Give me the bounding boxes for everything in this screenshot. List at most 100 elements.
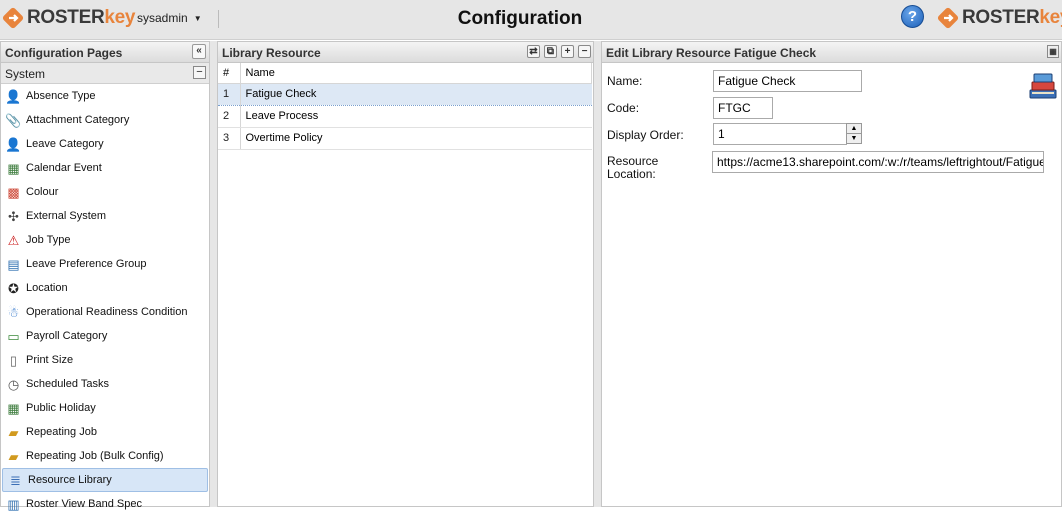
top-bar: ROSTERkey sysadmin ▼ Configuration ? ROS… xyxy=(0,0,1062,40)
panel-header: Edit Library Resource Fatigue Check ▦ xyxy=(602,42,1061,63)
sidebar-item-job-type[interactable]: ⚠ Job Type xyxy=(1,228,209,252)
table-row[interactable]: 3 Overtime Policy xyxy=(218,127,592,150)
copy-icon[interactable]: ⧉ xyxy=(544,45,557,58)
person-icon: 👤 xyxy=(5,136,22,152)
sidebar-item-label: Location xyxy=(26,282,68,294)
sidebar-item-label: Absence Type xyxy=(26,90,96,102)
stepper-down-icon[interactable]: ▼ xyxy=(847,134,861,144)
chart-icon: ▤ xyxy=(7,256,20,272)
table-row[interactable]: 2 Leave Process xyxy=(218,105,592,128)
folders-icon: ▰ xyxy=(8,424,19,440)
sidebar-item-attachment-category[interactable]: 📎 Attachment Category xyxy=(1,108,209,132)
sidebar-item-label: Leave Preference Group xyxy=(26,258,147,270)
sidebar-item-location[interactable]: ✪ Location xyxy=(1,276,209,300)
sidebar-item-leave-preference-group[interactable]: ▤ Leave Preference Group xyxy=(1,252,209,276)
resource-location-field[interactable]: https://acme13.sharepoint.com/:w:/r/team… xyxy=(712,151,1044,173)
calculator-icon[interactable]: ▦ xyxy=(1047,45,1059,58)
config-pages-panel: Configuration Pages « System − 👤 Absence … xyxy=(0,41,210,512)
person-icon: 👤 xyxy=(5,88,22,104)
calendar-icon: ▦ xyxy=(7,160,20,176)
sidebar-item-label: Leave Category xyxy=(26,138,104,150)
sidebar-item-label: Attachment Category xyxy=(26,114,130,126)
table-header-row: # Name xyxy=(218,63,592,84)
group-collapse-button[interactable]: − xyxy=(193,66,206,79)
sidebar-item-calendar-event[interactable]: ▦ Calendar Event xyxy=(1,156,209,180)
sidebar-item-print-size[interactable]: ▯ Print Size xyxy=(1,348,209,372)
row-name[interactable]: Fatigue Check xyxy=(240,82,592,106)
sidebar-item-roster-view-band-spec[interactable]: ▥ Roster View Band Spec xyxy=(1,492,209,516)
grid-icon: ▥ xyxy=(7,496,20,512)
sidebar-item-colour[interactable]: ▩ Colour xyxy=(1,180,209,204)
sidebar-item-label: Operational Readiness Condition xyxy=(26,306,188,318)
refresh-icon[interactable]: ⇄ xyxy=(527,45,540,58)
display-order-stepper[interactable]: ▲ ▼ xyxy=(846,123,862,144)
sidebar-item-resource-library[interactable]: ≣ Resource Library xyxy=(2,468,208,492)
folders-icon: ▰ xyxy=(8,448,19,464)
splitter-right[interactable] xyxy=(594,41,601,507)
sidebar-item-scheduled-tasks[interactable]: ◷ Scheduled Tasks xyxy=(1,372,209,396)
sidebar-item-label: Repeating Job xyxy=(26,426,97,438)
display-order-field[interactable]: 1 xyxy=(713,123,847,145)
splitter-left[interactable] xyxy=(210,41,217,507)
page-title: Configuration xyxy=(457,8,583,29)
panel-title: Edit Library Resource Fatigue Check xyxy=(606,46,817,60)
help-icon[interactable]: ? xyxy=(901,5,924,28)
brand-text-key: key xyxy=(1039,7,1062,28)
resource-location-label-line2: Location: xyxy=(607,167,656,181)
add-icon[interactable]: + xyxy=(561,45,574,58)
sidebar-item-label: Job Type xyxy=(26,234,71,246)
sidebar-item-operational-readiness-condition[interactable]: ☃ Operational Readiness Condition xyxy=(1,300,209,324)
sidebar-item-public-holiday[interactable]: ▦ Public Holiday xyxy=(1,396,209,420)
row-name[interactable]: Leave Process xyxy=(240,105,592,128)
sidebar-item-label: Print Size xyxy=(26,354,74,366)
books-icon xyxy=(1029,73,1057,99)
group-label: System xyxy=(5,67,46,81)
sidebar-item-leave-category[interactable]: 👤 Leave Category xyxy=(1,132,209,156)
sidebar-item-absence-type[interactable]: 👤 Absence Type xyxy=(1,84,209,108)
money-icon: ▭ xyxy=(7,328,20,344)
table-row[interactable]: 1 Fatigue Check xyxy=(218,82,592,106)
code-label: Code: xyxy=(607,101,640,115)
library-table: # Name 1 Fatigue Check 2 Leave Process 3 Over… xyxy=(218,63,592,150)
panel-title: Library Resource xyxy=(222,46,321,60)
sidebar-item-label: Scheduled Tasks xyxy=(26,378,109,390)
paperclip-icon: 📎 xyxy=(5,112,22,128)
remove-icon[interactable]: − xyxy=(578,45,591,58)
resource-location-label: Resource Location: xyxy=(607,155,658,181)
panel-header: Library Resource ⇄ ⧉ + − xyxy=(218,42,593,63)
sidebar-item-label: Colour xyxy=(26,186,59,198)
sidebar-item-payroll-category[interactable]: ▭ Payroll Category xyxy=(1,324,209,348)
library-rows: 1 Fatigue Check 2 Leave Process 3 Overtime Po… xyxy=(218,82,592,150)
sidebar-item-label: Roster View Band Spec xyxy=(26,498,142,510)
library-resource-panel: Library Resource ⇄ ⧉ + − # Name 1 Fatigue… xyxy=(217,41,594,507)
display-order-label: Display Order: xyxy=(607,128,684,142)
code-field[interactable]: FTGC xyxy=(713,97,773,119)
stepper-up-icon[interactable]: ▲ xyxy=(847,124,861,134)
network-icon: ✣ xyxy=(8,208,19,224)
sidebar-item-label: Calendar Event xyxy=(26,162,102,174)
collapse-panel-button[interactable]: « xyxy=(192,44,206,59)
name-field[interactable]: Fatigue Check xyxy=(713,70,862,92)
sidebar-item-repeating-job[interactable]: ▰ Repeating Job xyxy=(1,420,209,444)
palette-icon: ▩ xyxy=(7,184,20,200)
sidebar-item-external-system[interactable]: ✣ External System xyxy=(1,204,209,228)
row-number: 1 xyxy=(218,82,241,106)
clock-page-icon: ◷ xyxy=(7,376,20,392)
books-icon: ≣ xyxy=(10,472,21,488)
page-icon: ▯ xyxy=(9,352,18,368)
column-header-name[interactable]: Name xyxy=(240,63,592,84)
logo-diamond-icon xyxy=(937,7,959,29)
row-number: 2 xyxy=(218,105,241,128)
edit-resource-panel: Edit Library Resource Fatigue Check ▦ Na… xyxy=(601,41,1062,507)
sidebar-item-label: Repeating Job (Bulk Config) xyxy=(26,450,164,462)
figure-icon: ☃ xyxy=(7,304,20,320)
column-header-number[interactable]: # xyxy=(218,63,241,84)
sidebar-item-label: Resource Library xyxy=(28,474,112,486)
row-name[interactable]: Overtime Policy xyxy=(240,127,592,150)
sidebar-item-repeating-job-bulk-config[interactable]: ▰ Repeating Job (Bulk Config) xyxy=(1,444,209,468)
row-number: 3 xyxy=(218,127,241,150)
group-header-system[interactable]: System − xyxy=(1,63,209,84)
name-label: Name: xyxy=(607,74,643,88)
calendar-icon: ▦ xyxy=(7,400,20,416)
sidebar-item-label: Public Holiday xyxy=(26,402,96,414)
